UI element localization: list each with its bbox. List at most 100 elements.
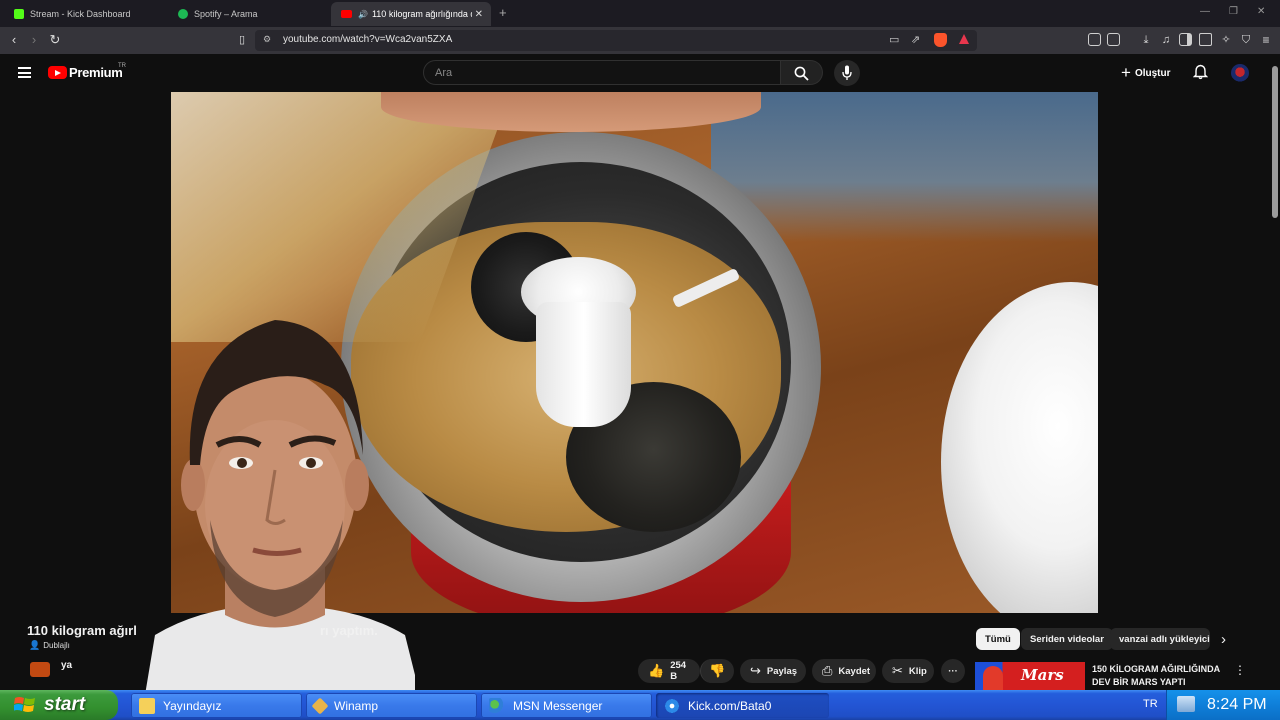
address-bar[interactable]: ⚙ youtube.com/watch?v=Wca2van5ZXA ▭ ⇗ xyxy=(255,30,977,51)
language-indicator[interactable]: TR xyxy=(1143,698,1158,710)
msn-icon xyxy=(489,697,505,714)
search-icon xyxy=(794,66,809,81)
voice-search-button[interactable] xyxy=(834,60,860,86)
paddle-shaft xyxy=(536,302,631,427)
forward-icon[interactable]: › xyxy=(26,32,42,48)
download-icon[interactable]: ⤓ xyxy=(1138,32,1154,48)
plus-icon: + xyxy=(1121,63,1131,82)
share-button[interactable]: ↪ Paylaş xyxy=(740,659,806,683)
window-close-icon[interactable]: ✕ xyxy=(1257,6,1265,17)
like-count: 254 B xyxy=(670,660,687,682)
search-input[interactable]: Ara xyxy=(423,60,781,85)
chip-uploader[interactable]: vanzai adlı yükleyicid xyxy=(1110,628,1210,650)
tab-spotify[interactable]: Spotify – Arama xyxy=(168,2,328,26)
close-icon[interactable]: ✕ xyxy=(475,9,483,20)
account-avatar[interactable] xyxy=(1231,64,1249,82)
taskbar-button-msn[interactable]: MSN Messenger xyxy=(481,693,652,718)
brave-shields-icon[interactable] xyxy=(934,33,947,47)
taskbar-button-label: Kick.com/Bata0 xyxy=(688,698,772,713)
windows-logo-icon xyxy=(14,697,35,712)
clip-button[interactable]: ✂ Klip xyxy=(882,659,934,683)
maximize-icon[interactable]: ❐ xyxy=(1229,6,1238,17)
reload-icon[interactable]: ↻ xyxy=(47,32,63,48)
taskbar-button-label: MSN Messenger xyxy=(513,698,603,713)
folder-icon xyxy=(139,697,155,714)
scrollbar-thumb[interactable] xyxy=(1272,66,1278,218)
speaker-icon: 🔊 xyxy=(358,9,368,19)
youtube-icon xyxy=(341,10,352,18)
suggestion-thumbnail[interactable]: Mars xyxy=(975,662,1085,690)
clip-label: Klip xyxy=(908,665,927,677)
youtube-header: Premium TR Ara + Oluştur xyxy=(0,54,1270,92)
start-button[interactable]: start xyxy=(0,690,118,720)
site-settings-icon[interactable]: ⚙ xyxy=(263,34,271,45)
share-icon: ↪ xyxy=(750,663,761,678)
tab-kick-dashboard[interactable]: Stream - Kick Dashboard xyxy=(4,2,164,26)
vpn-shield-icon[interactable]: ⛉ xyxy=(1238,32,1254,48)
taskbar-button-folder[interactable]: Yayındayız xyxy=(131,693,302,718)
search-button[interactable] xyxy=(781,60,823,85)
thumbnail-person xyxy=(983,666,1003,690)
chevron-right-icon[interactable]: › xyxy=(1221,631,1226,648)
region-code: TR xyxy=(118,63,126,69)
video-title-end: rı yaptım. xyxy=(320,623,378,638)
wallet-icon[interactable] xyxy=(1199,33,1212,46)
network-icon[interactable] xyxy=(1177,696,1195,712)
dubbed-label: Dublajlı xyxy=(43,641,70,650)
leo-ai-icon[interactable]: ✧ xyxy=(1218,32,1234,48)
minimize-icon[interactable]: — xyxy=(1200,6,1210,17)
start-label: start xyxy=(44,694,86,715)
more-icon: ··· xyxy=(948,665,958,677)
kick-icon xyxy=(14,9,24,19)
dubbed-badge: 👤 Dublajlı xyxy=(29,640,70,651)
winamp-icon xyxy=(311,697,329,714)
youtube-logo-icon[interactable] xyxy=(48,66,67,79)
suggestion-menu-icon[interactable]: ⋮ xyxy=(1234,663,1246,677)
more-actions-button[interactable]: ··· xyxy=(941,659,965,683)
taskbar-button-winamp[interactable]: Winamp xyxy=(306,693,477,718)
search-placeholder: Ara xyxy=(435,67,453,79)
tab-title: Stream - Kick Dashboard xyxy=(30,9,131,19)
tab-youtube-video[interactable]: 🔊 110 kilogram ağırlığında dev ✕ xyxy=(331,2,491,26)
browser-menu-icon[interactable]: ≡ xyxy=(1258,32,1274,48)
taskbar-button-label: Winamp xyxy=(334,698,379,713)
hamburger-menu-icon[interactable] xyxy=(18,67,31,78)
tab-title: 110 kilogram ağırlığında dev xyxy=(371,9,472,19)
microphone-icon xyxy=(842,65,852,80)
suggestion-title[interactable]: 150 KİLOGRAM AĞIRLIĞINDA DEV BİR MARS YA… xyxy=(1092,663,1222,689)
tab-title: Spotify – Arama xyxy=(194,9,258,19)
tab-manager-icon[interactable] xyxy=(1107,33,1120,46)
browser-tab-strip: Stream - Kick Dashboard Spotify – Arama … xyxy=(0,0,1280,27)
channel-avatar[interactable] xyxy=(30,662,50,677)
sidebar-icon[interactable] xyxy=(1179,33,1192,46)
dislike-button[interactable]: 👎 xyxy=(700,659,734,683)
video-backdrop xyxy=(711,92,1098,242)
taskbar-button-kick[interactable]: Kick.com/Bata0 xyxy=(656,693,829,718)
page-scrollbar[interactable] xyxy=(1270,54,1280,688)
thumbs-up-icon: 👍 xyxy=(648,663,665,678)
channel-name[interactable]: ya xyxy=(61,660,72,671)
notifications-bell-icon[interactable] xyxy=(1193,64,1208,80)
like-button[interactable]: 👍 254 B xyxy=(638,659,700,683)
clock[interactable]: 8:24 PM xyxy=(1207,696,1267,714)
chip-series-videos[interactable]: Seriden videolar xyxy=(1021,628,1113,650)
taskbar-button-label: Yayındayız xyxy=(163,698,222,713)
extensions-icon[interactable] xyxy=(1088,33,1101,46)
new-tab-button[interactable]: + xyxy=(499,5,507,20)
youtube-logo-text[interactable]: Premium xyxy=(69,65,123,80)
cast-icon[interactable]: ▭ xyxy=(889,33,899,46)
save-button[interactable]: ⎙ Kaydet xyxy=(812,659,876,683)
chip-all[interactable]: Tümü xyxy=(976,628,1020,650)
browser-navbar: ‹ › ↻ ▯ ⚙ youtube.com/watch?v=Wca2van5ZX… xyxy=(0,27,1280,54)
create-label: Oluştur xyxy=(1134,67,1171,79)
back-icon[interactable]: ‹ xyxy=(6,32,22,48)
bookmark-icon[interactable]: ▯ xyxy=(234,32,250,48)
share-page-icon[interactable]: ⇗ xyxy=(911,33,920,46)
brave-rewards-icon[interactable] xyxy=(959,34,969,44)
url-text: youtube.com/watch?v=Wca2van5ZXA xyxy=(283,34,453,45)
create-button[interactable]: + Oluştur xyxy=(1121,63,1171,83)
dubbed-icon: 👤 xyxy=(29,640,41,650)
save-label: Kaydet xyxy=(838,665,871,677)
video-title: 110 kilogram ağırl xyxy=(27,623,137,638)
music-icon[interactable]: ♫ xyxy=(1158,32,1174,48)
